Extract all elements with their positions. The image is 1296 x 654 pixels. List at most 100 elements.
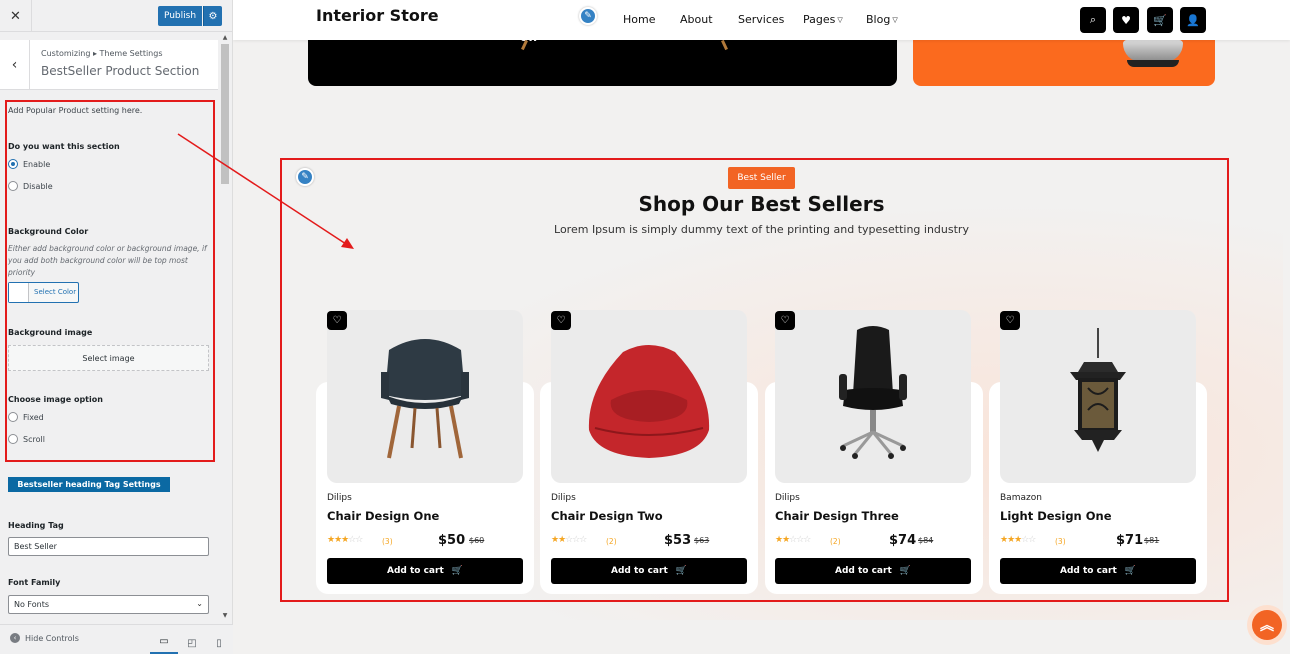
nav-services-label: Services: [738, 13, 785, 26]
review-count: (2): [830, 537, 841, 546]
section-subheading-text: Lorem Ipsum is simply dummy text of the …: [554, 223, 969, 236]
nav-blog[interactable]: Blog ▽: [866, 13, 898, 26]
cart-icon: 🛒: [451, 566, 463, 576]
disable-radio[interactable]: [8, 181, 18, 191]
font-family-select[interactable]: No Fonts ⌄: [8, 595, 209, 614]
product-name[interactable]: Chair Design Three: [775, 509, 899, 523]
add-to-cart-button[interactable]: Add to cart 🛒: [551, 558, 747, 584]
add-to-cart-label: Add to cart: [835, 566, 892, 576]
nav-pages[interactable]: Pages ▽: [803, 13, 843, 26]
gear-icon[interactable]: ⚙: [203, 6, 222, 26]
nav-about[interactable]: About: [680, 13, 713, 26]
enable-question-label: Do you want this section: [8, 142, 120, 151]
wishlist-heart-icon[interactable]: ♡: [327, 311, 347, 330]
pencil-icon[interactable]: ✎: [296, 168, 314, 186]
heading-tag-input[interactable]: Best Seller: [8, 537, 209, 556]
customizer-panel: ✕ Publish ⚙ ‹ Customizing ▸ Theme Settin…: [0, 0, 233, 654]
product-old-price: $81: [1144, 536, 1160, 545]
scroll-radio[interactable]: [8, 434, 18, 444]
product-name[interactable]: Chair Design Two: [551, 509, 663, 523]
nav-services[interactable]: Services: [738, 13, 784, 26]
customizer-topbar: ✕ Publish ⚙: [0, 0, 232, 32]
highlight-box: [5, 100, 215, 462]
scrollbar-thumb[interactable]: [221, 44, 229, 184]
scrollbar[interactable]: ▲ ▼: [219, 34, 231, 624]
section-subheading: Lorem Ipsum is simply dummy text of the …: [233, 223, 1290, 236]
customizer-footer: ‹ Hide Controls ▭ ◰ ▯: [0, 624, 233, 654]
bestseller-badge: Best Seller: [728, 167, 795, 189]
mobile-preview-icon[interactable]: ▯: [205, 631, 233, 654]
product-name[interactable]: Light Design One: [1000, 509, 1112, 523]
add-to-cart-button[interactable]: Add to cart 🛒: [1000, 558, 1196, 584]
chevron-down-icon: ⌄: [196, 599, 203, 608]
user-icon[interactable]: 👤: [1180, 7, 1206, 33]
scroll-down-icon[interactable]: ▼: [219, 612, 231, 619]
review-count: (3): [1055, 537, 1066, 546]
product-brand: Dilips: [551, 493, 576, 503]
product-price: $71: [1116, 533, 1144, 548]
scroll-option-label: Scroll: [23, 435, 45, 444]
breadcrumb: Customizing ▸ Theme Settings: [41, 49, 163, 58]
image-option-label: Choose image option: [8, 395, 103, 404]
pencil-icon[interactable]: ✎: [579, 7, 597, 25]
nav-home-label: Home: [623, 13, 656, 26]
enable-option-label: Enable: [23, 160, 51, 169]
disable-option-label: Disable: [23, 182, 53, 191]
heading-settings-button[interactable]: Bestseller heading Tag Settings: [8, 477, 170, 492]
review-count: (2): [606, 537, 617, 546]
section-heading: Shop Our Best Sellers: [233, 192, 1290, 216]
product-brand: Dilips: [775, 493, 800, 503]
select-image-button[interactable]: Select image: [8, 345, 209, 371]
section-heading-text: Shop Our Best Sellers: [638, 192, 885, 216]
add-to-cart-button[interactable]: Add to cart 🛒: [327, 558, 523, 584]
add-to-cart-label: Add to cart: [611, 566, 668, 576]
site-header: Interior Store ✎ Home About Services Pag…: [233, 0, 1290, 40]
site-logo[interactable]: Interior Store: [316, 6, 439, 25]
hide-controls-button[interactable]: ‹ Hide Controls: [10, 633, 79, 643]
nav-home[interactable]: Home: [623, 13, 655, 26]
enable-radio[interactable]: [8, 159, 18, 169]
product-brand: Dilips: [327, 493, 352, 503]
nav-blog-label: Blog: [866, 13, 891, 26]
product-image[interactable]: [1000, 310, 1196, 483]
bg-color-label: Background Color: [8, 227, 89, 236]
add-to-cart-button[interactable]: Add to cart 🛒: [775, 558, 971, 584]
font-family-label: Font Family: [8, 578, 61, 587]
banner-kettle-image: [1123, 40, 1183, 70]
add-to-cart-label: Add to cart: [387, 566, 444, 576]
back-to-top-button[interactable]: ︽: [1247, 605, 1287, 645]
fixed-option-label: Fixed: [23, 413, 44, 422]
select-color-label: Select Color: [34, 288, 77, 296]
star-rating-icon: ★★★☆☆: [1000, 535, 1036, 545]
section-header: ‹ Customizing ▸ Theme Settings BestSelle…: [0, 40, 218, 90]
bg-color-description: Either add background color or backgroun…: [8, 244, 207, 277]
close-icon[interactable]: ✕: [0, 0, 32, 32]
select-color-button[interactable]: Select Color: [8, 282, 79, 303]
chevron-down-icon: ▽: [837, 15, 843, 24]
tablet-preview-icon[interactable]: ◰: [178, 631, 206, 654]
back-button[interactable]: ‹: [0, 40, 30, 90]
color-swatch: [9, 283, 29, 302]
chevron-down-icon: ▽: [892, 15, 898, 24]
product-image[interactable]: [327, 310, 523, 483]
site-preview: off Interior Store ✎ Home About Services…: [233, 0, 1290, 654]
product-image[interactable]: [551, 310, 747, 483]
double-chevron-up-icon: ︽: [1252, 610, 1282, 640]
product-name[interactable]: Chair Design One: [327, 509, 439, 523]
bg-image-label: Background image: [8, 328, 93, 337]
fixed-radio[interactable]: [8, 412, 18, 422]
desktop-preview-icon[interactable]: ▭: [150, 631, 178, 654]
star-rating-icon: ★★☆☆☆: [551, 535, 587, 545]
review-count: (3): [382, 537, 393, 546]
wishlist-heart-icon[interactable]: ♡: [551, 311, 571, 330]
publish-button[interactable]: Publish: [158, 6, 202, 26]
wishlist-heart-icon[interactable]: ♥: [1113, 7, 1139, 33]
cart-icon[interactable]: 🛒: [1147, 7, 1173, 33]
heading-tag-label: Heading Tag: [8, 521, 64, 530]
font-family-value: No Fonts: [14, 600, 50, 609]
wishlist-heart-icon[interactable]: ♡: [1000, 311, 1020, 330]
product-image[interactable]: [775, 310, 971, 483]
search-icon[interactable]: ⌕: [1080, 7, 1106, 33]
scroll-up-icon[interactable]: ▲: [219, 34, 231, 41]
wishlist-heart-icon[interactable]: ♡: [775, 311, 795, 330]
